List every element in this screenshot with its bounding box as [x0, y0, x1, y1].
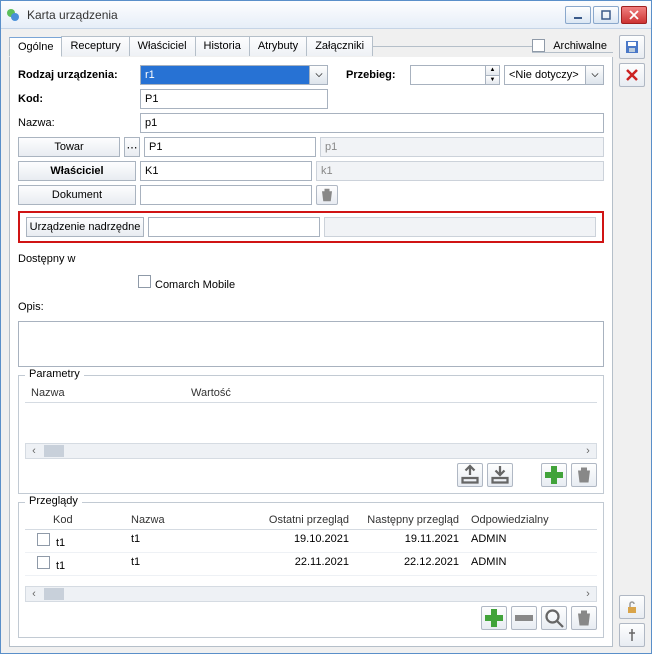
- close-button[interactable]: [621, 6, 647, 24]
- comarch-mobile-checkbox[interactable]: Comarch Mobile: [138, 275, 235, 291]
- param-scrollbar[interactable]: ‹›: [25, 443, 597, 459]
- wlasciciel-kod-input[interactable]: [140, 161, 312, 181]
- maximize-button[interactable]: [593, 6, 619, 24]
- urzadzenie-nadrzedne-kod-input[interactable]: [148, 217, 320, 237]
- tab-receptury[interactable]: Receptury: [61, 36, 129, 56]
- import-icon[interactable]: [487, 463, 513, 487]
- param-col-nazwa[interactable]: Nazwa: [25, 387, 185, 399]
- towar-picker-button[interactable]: ⋯: [124, 137, 140, 157]
- tab-zalaczniki[interactable]: Załączniki: [306, 36, 373, 56]
- table-row[interactable]: t1t122.11.202122.12.2021ADMIN: [25, 553, 597, 576]
- delete-button[interactable]: [571, 463, 597, 487]
- towar-kod-input[interactable]: [144, 137, 316, 157]
- app-icon: [5, 7, 21, 23]
- przeglad-col-ostatni[interactable]: Ostatni przegląd: [255, 514, 355, 526]
- przeglad-edit-button[interactable]: [511, 606, 537, 630]
- opis-textarea[interactable]: [18, 321, 604, 367]
- trash-icon[interactable]: [316, 185, 338, 205]
- przeglad-delete-button[interactable]: [571, 606, 597, 630]
- przeglad-col-odp[interactable]: Odpowiedzialny: [465, 514, 555, 526]
- save-icon[interactable]: [619, 35, 645, 59]
- label-rodzaj: Rodzaj urządzenia:: [18, 69, 136, 81]
- export-icon[interactable]: [457, 463, 483, 487]
- cancel-icon[interactable]: [619, 63, 645, 87]
- dokument-input[interactable]: [140, 185, 312, 205]
- urzadzenie-nadrzedne-nazwa-field: [324, 217, 596, 237]
- parametry-group: Parametry Nazwa Wartość ‹›: [18, 375, 604, 494]
- chevron-down-icon: [309, 66, 327, 84]
- tab-historia[interactable]: Historia: [195, 36, 250, 56]
- przebieg-spinner[interactable]: ▲▼: [410, 65, 500, 85]
- towar-nazwa-field: p1: [320, 137, 604, 157]
- table-row[interactable]: t1t119.10.202119.11.2021ADMIN: [25, 530, 597, 553]
- przeglad-col-nazwa[interactable]: Nazwa: [125, 514, 255, 526]
- przeglady-group: Przeglądy Kod Nazwa Ostatni przegląd Nas…: [18, 502, 604, 638]
- przeglad-search-button[interactable]: [541, 606, 567, 630]
- towar-button[interactable]: Towar: [18, 137, 120, 157]
- label-kod: Kod:: [18, 93, 136, 105]
- kod-input[interactable]: [140, 89, 328, 109]
- tab-atrybuty[interactable]: Atrybuty: [249, 36, 307, 56]
- titlebar: Karta urządzenia: [1, 1, 651, 29]
- nazwa-input[interactable]: [140, 113, 604, 133]
- window-title: Karta urządzenia: [27, 8, 565, 22]
- add-button[interactable]: [541, 463, 567, 487]
- label-dostepny: Dostępny w: [18, 253, 136, 265]
- param-col-wartosc[interactable]: Wartość: [185, 387, 237, 399]
- przeglad-col-kod[interactable]: Kod: [25, 514, 125, 526]
- archival-checkbox[interactable]: Archiwalne: [532, 39, 607, 52]
- wlasciciel-nazwa-field: k1: [316, 161, 604, 181]
- chevron-down-icon: [585, 66, 603, 84]
- wlasciciel-button[interactable]: Właściciel: [18, 161, 136, 181]
- unlock-icon[interactable]: [619, 595, 645, 619]
- pin-icon[interactable]: [619, 623, 645, 647]
- label-opis: Opis:: [18, 301, 136, 313]
- przeglady-legend: Przeglądy: [25, 495, 82, 507]
- przeglady-scrollbar[interactable]: ‹›: [25, 586, 597, 602]
- label-nazwa: Nazwa:: [18, 117, 136, 129]
- highlighted-section: Urządzenie nadrzędne: [18, 211, 604, 243]
- rodzaj-combo[interactable]: r1: [140, 65, 328, 85]
- przebieg-unit-combo[interactable]: <Nie dotyczy>: [504, 65, 604, 85]
- parametry-legend: Parametry: [25, 368, 84, 380]
- przeglad-add-button[interactable]: [481, 606, 507, 630]
- tab-wlasciciel[interactable]: Właściciel: [129, 36, 196, 56]
- tab-ogolne[interactable]: Ogólne: [9, 37, 62, 57]
- label-przebieg: Przebieg:: [346, 69, 406, 81]
- dokument-button[interactable]: Dokument: [18, 185, 136, 205]
- urzadzenie-nadrzedne-button[interactable]: Urządzenie nadrzędne: [26, 217, 144, 237]
- minimize-button[interactable]: [565, 6, 591, 24]
- przeglad-col-nastepny[interactable]: Następny przegląd: [355, 514, 465, 526]
